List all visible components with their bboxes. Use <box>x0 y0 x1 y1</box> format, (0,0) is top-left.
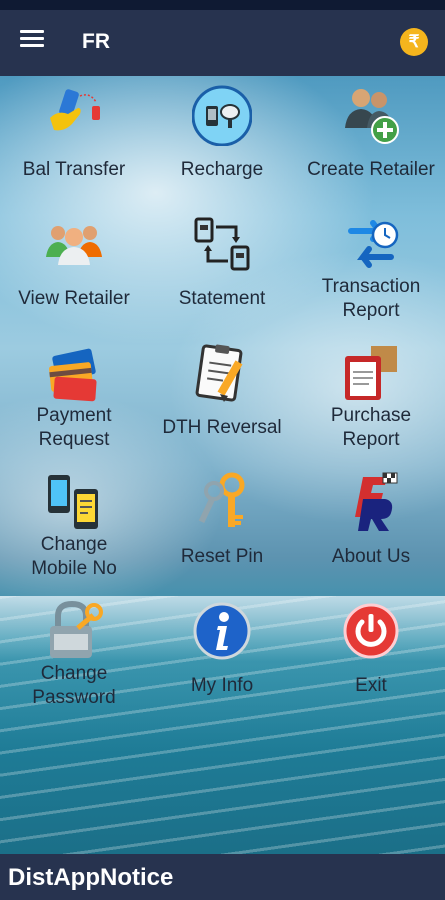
tile-recharge[interactable]: Recharge <box>148 80 296 208</box>
notice-text: DistAppNotice <box>8 864 174 891</box>
tile-label: Bal Transfer <box>22 159 126 180</box>
tile-create-retailer[interactable]: Create Retailer <box>297 80 445 208</box>
statement-icon <box>194 217 250 271</box>
tile-label: DTH Reversal <box>162 417 282 438</box>
group-icon <box>46 226 102 265</box>
tile-label: Purchase Report <box>297 404 445 452</box>
tile-label: Statement <box>178 288 266 309</box>
mobile-dish-icon <box>192 85 252 146</box>
info-icon <box>193 602 251 660</box>
tile-label: View Retailer <box>18 288 130 309</box>
fr-logo-icon <box>355 472 398 531</box>
tile-label: Recharge <box>180 159 264 180</box>
tile-transaction-report[interactable]: Transaction Report <box>297 209 445 337</box>
tile-purchase-report[interactable]: Purchase Report <box>297 338 445 466</box>
dashboard-grid: Bal Transfer Recharge Create Retailer Vi… <box>0 76 445 854</box>
clipboard-pencil-icon <box>195 344 243 402</box>
power-icon <box>343 603 399 659</box>
tile-payment-request[interactable]: Payment Request <box>0 338 148 466</box>
tile-label: Change Mobile No <box>0 533 148 581</box>
tile-exit[interactable]: Exit <box>297 596 445 724</box>
tile-dth-reversal[interactable]: DTH Reversal <box>148 338 296 466</box>
tile-label-line: Change <box>40 534 108 555</box>
tile-label-line: Password <box>32 687 116 708</box>
tile-label: Create Retailer <box>307 159 435 180</box>
purchase-report-icon <box>345 346 397 400</box>
keys-icon <box>198 472 245 527</box>
lock-key-icon <box>50 600 103 658</box>
tile-statement[interactable]: Statement <box>148 209 296 337</box>
app-title: FR <box>82 30 110 53</box>
tile-about-us[interactable]: About Us <box>297 467 445 595</box>
hand-phone-transfer-icon <box>50 89 100 131</box>
tile-label-line: Change <box>40 663 108 684</box>
tile-label-line: Transaction <box>321 276 421 297</box>
tile-my-info[interactable]: My Info <box>148 596 296 724</box>
app-bar: FR ₹ <box>0 10 445 76</box>
tile-view-retailer[interactable]: View Retailer <box>0 209 148 337</box>
tile-change-mobile-no[interactable]: Change Mobile No <box>0 467 148 595</box>
tile-label-line: Purchase <box>330 405 412 426</box>
tile-label: Change Password <box>0 662 148 710</box>
tile-change-password[interactable]: Change Password <box>0 596 148 724</box>
change-mobile-icon <box>48 475 98 529</box>
tile-label: Reset Pin <box>180 546 264 567</box>
tile-label-line: Mobile No <box>31 558 117 579</box>
tile-label: My Info <box>190 675 254 696</box>
tile-label-line: Payment <box>36 405 112 426</box>
tile-label: Payment Request <box>0 404 148 452</box>
tile-label-line: Report <box>342 429 400 450</box>
tile-bal-transfer[interactable]: Bal Transfer <box>0 80 148 208</box>
tile-label-line: Report <box>342 300 400 321</box>
tile-label-line: Request <box>38 429 110 450</box>
transaction-history-icon <box>348 220 399 268</box>
tile-reset-pin[interactable]: Reset Pin <box>148 467 296 595</box>
add-user-icon <box>345 89 399 144</box>
rupee-wallet-icon[interactable]: ₹ <box>400 28 428 56</box>
tile-label: About Us <box>331 546 411 567</box>
credit-card-icon <box>49 348 97 402</box>
tile-label: Transaction Report <box>297 275 445 323</box>
notice-bar: DistAppNotice <box>0 854 445 900</box>
menu-icon[interactable] <box>20 30 44 50</box>
status-bar <box>0 0 445 10</box>
tile-label: Exit <box>355 675 387 696</box>
